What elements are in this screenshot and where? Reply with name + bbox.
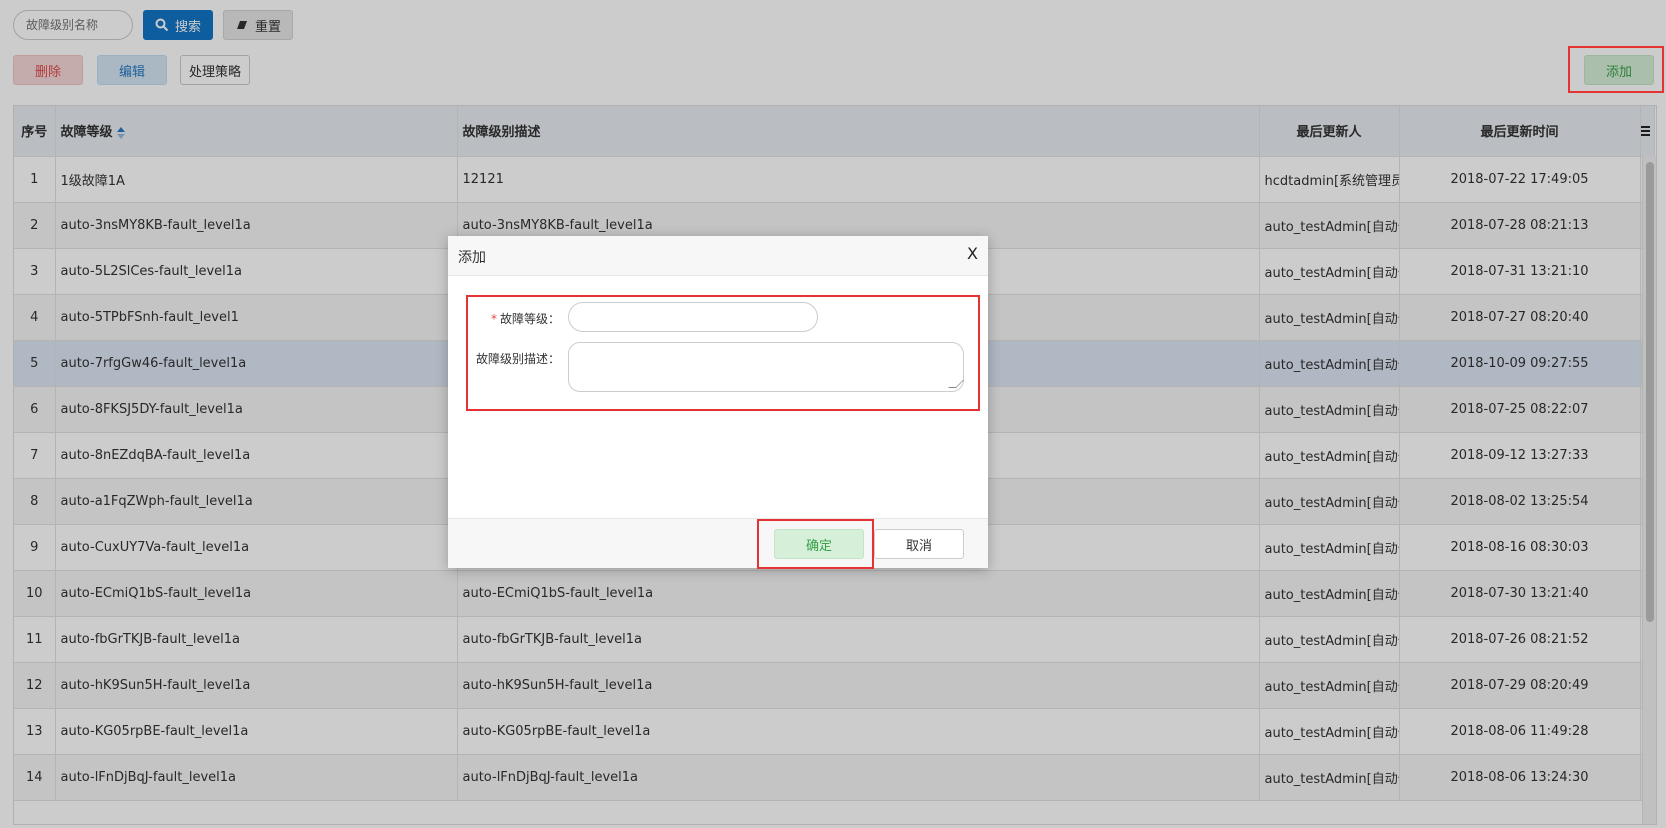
dialog-footer: 确定 取消	[448, 518, 988, 568]
dialog-header: 添加 X	[448, 236, 988, 276]
highlight-add-button	[1568, 46, 1664, 93]
highlight-form-fields	[466, 295, 980, 411]
cancel-button[interactable]: 取消	[874, 529, 964, 559]
highlight-confirm-button	[757, 519, 874, 569]
close-icon[interactable]: X	[967, 244, 978, 264]
dialog-title: 添加	[458, 250, 486, 266]
